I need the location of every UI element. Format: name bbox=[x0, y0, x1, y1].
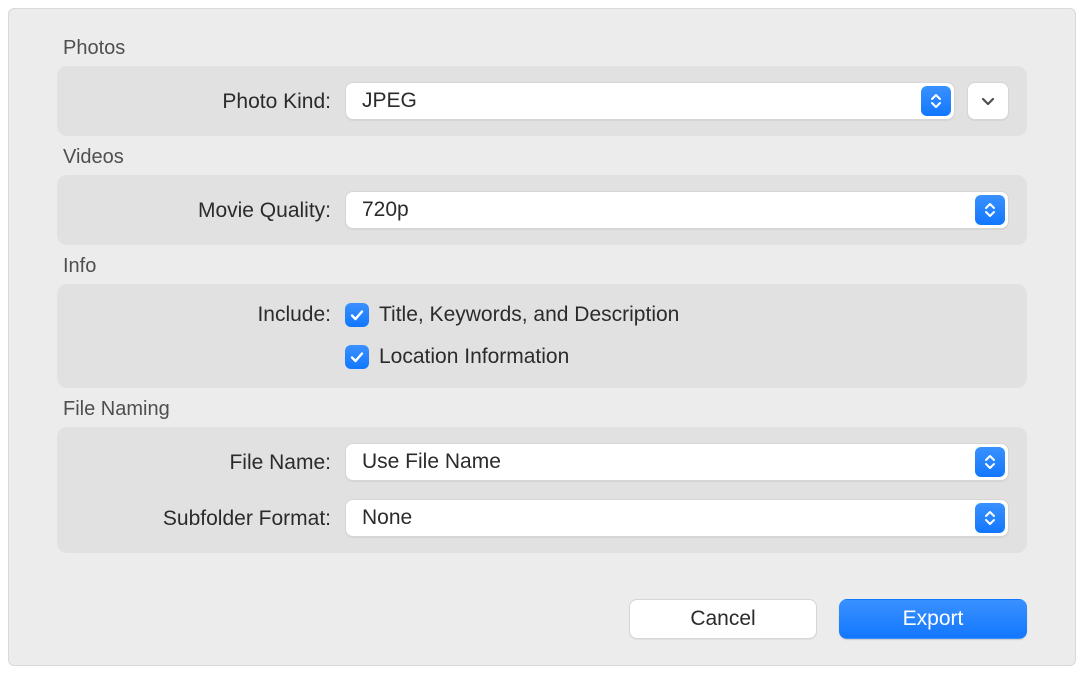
photos-group: Photo Kind: JPEG bbox=[57, 66, 1027, 136]
include-tkd-label: Title, Keywords, and Description bbox=[379, 303, 679, 327]
include-location-label: Location Information bbox=[379, 345, 569, 369]
chevron-down-icon bbox=[980, 93, 996, 109]
movie-quality-label: Movie Quality: bbox=[75, 200, 345, 221]
file-naming-group: File Name: Use File Name Subfolder F bbox=[57, 427, 1027, 553]
photo-kind-label: Photo Kind: bbox=[75, 91, 345, 112]
file-name-value: Use File Name bbox=[346, 450, 517, 474]
subfolder-format-value: None bbox=[346, 506, 428, 530]
export-options-panel: Photos Photo Kind: JPEG bbox=[8, 8, 1076, 666]
checkbox-checked-icon bbox=[345, 303, 369, 327]
photos-section-title: Photos bbox=[63, 37, 1027, 60]
export-button[interactable]: Export bbox=[839, 599, 1027, 639]
include-tkd-checkbox[interactable]: Title, Keywords, and Description bbox=[345, 298, 679, 332]
include-location-checkbox[interactable]: Location Information bbox=[345, 340, 569, 374]
file-name-popup[interactable]: Use File Name bbox=[345, 443, 1009, 481]
subfolder-format-label: Subfolder Format: bbox=[75, 508, 345, 529]
include-label: Include: bbox=[75, 298, 345, 325]
photo-kind-popup[interactable]: JPEG bbox=[345, 82, 955, 120]
info-group: Include: Title, Keywords, and Descriptio… bbox=[57, 284, 1027, 388]
movie-quality-popup[interactable]: 720p bbox=[345, 191, 1009, 229]
updown-icon bbox=[921, 86, 951, 116]
updown-icon bbox=[975, 195, 1005, 225]
movie-quality-value: 720p bbox=[346, 198, 425, 222]
videos-section-title: Videos bbox=[63, 146, 1027, 169]
updown-icon bbox=[975, 503, 1005, 533]
photo-kind-value: JPEG bbox=[346, 89, 433, 113]
dialog-button-row: Cancel Export bbox=[629, 599, 1027, 639]
checkbox-checked-icon bbox=[345, 345, 369, 369]
cancel-button[interactable]: Cancel bbox=[629, 599, 817, 639]
videos-group: Movie Quality: 720p bbox=[57, 175, 1027, 245]
file-name-label: File Name: bbox=[75, 452, 345, 473]
file-naming-section-title: File Naming bbox=[63, 398, 1027, 421]
updown-icon bbox=[975, 447, 1005, 477]
info-section-title: Info bbox=[63, 255, 1027, 278]
expand-options-button[interactable] bbox=[967, 82, 1009, 120]
subfolder-format-popup[interactable]: None bbox=[345, 499, 1009, 537]
